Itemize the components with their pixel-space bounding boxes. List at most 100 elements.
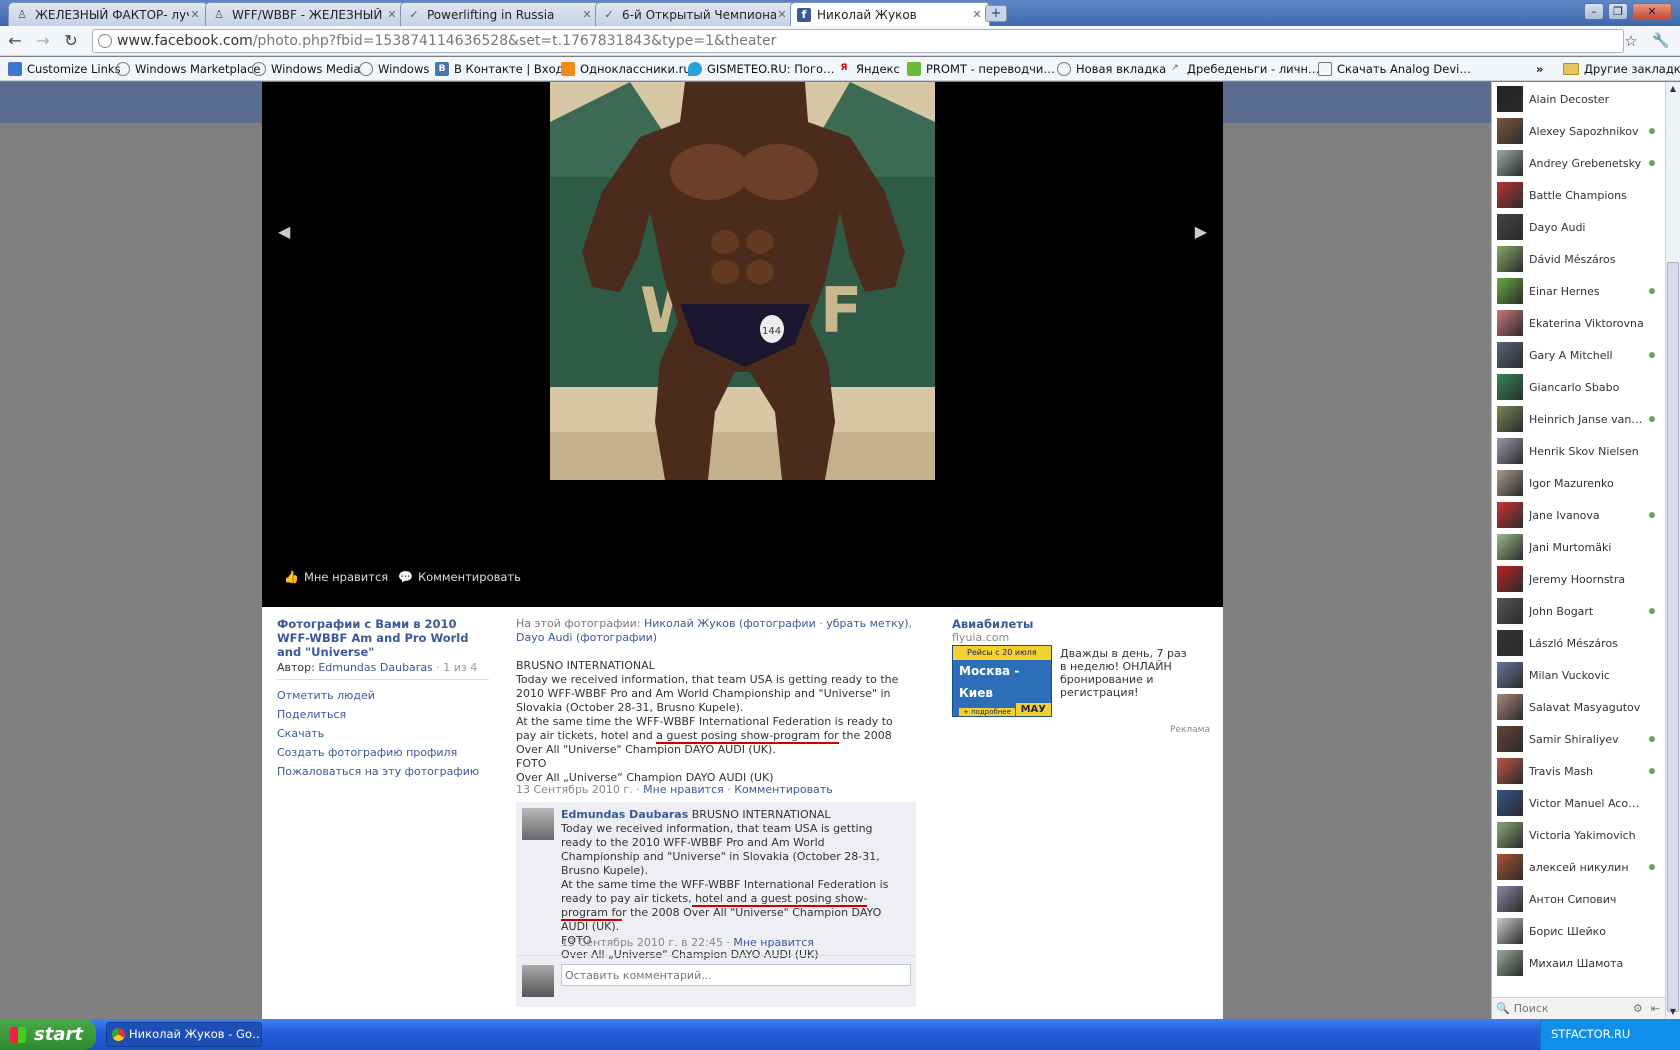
tagged-person-link-2[interactable]: Dayo Audi [516,631,572,644]
chat-friend[interactable]: Giancarlo Sbabo [1492,372,1666,402]
chat-friend[interactable]: Andrey Grebenetsky [1492,148,1666,178]
chat-friend[interactable]: Борис Шейко [1492,916,1666,946]
share-link[interactable]: Поделиться [277,708,346,721]
previous-photo-arrow-icon[interactable]: ◀ [278,222,290,241]
ad-image[interactable]: Рейсы с 20 июля Москва - Киев + подробне… [952,645,1052,717]
tab-4[interactable]: ✓ 6-й Открытый Чемпионат Ев✕ [595,2,795,26]
tagged-photos-link[interactable]: (фотографии [739,617,816,630]
forward-arrow-icon[interactable]: → [32,31,54,51]
chat-friend[interactable]: алексей никулин [1492,852,1666,882]
next-photo-arrow-icon[interactable]: ▶ [1195,222,1207,241]
chat-friend[interactable]: Battle Champions [1492,180,1666,210]
download-link[interactable]: Скачать [277,727,324,740]
caption-like-link[interactable]: Мне нравится [643,783,724,796]
chat-friend[interactable]: Heinrich Janse van R… [1492,404,1666,434]
photo[interactable]: W F 144 [550,82,935,480]
chat-friend[interactable]: Samir Shiraliyev [1492,724,1666,754]
bookmarks-overflow-chevron-icon[interactable]: » [1536,61,1543,77]
chat-friend[interactable]: Igor Mazurenko [1492,468,1666,498]
chat-friend[interactable]: Jani Murtomäki [1492,532,1666,562]
chat-friend[interactable]: Jane Ivanova [1492,500,1666,530]
popout-icon[interactable]: ⇤ [1651,1002,1660,1015]
avatar [1497,342,1523,368]
chat-friend[interactable]: Alexey Sapozhnikov [1492,116,1666,146]
report-photo-link[interactable]: Пожаловаться на эту фотографию [277,765,479,778]
chat-friend[interactable]: John Bogart [1492,596,1666,626]
chat-friend[interactable]: Henrik Skov Nielsen [1492,436,1666,466]
chat-friend[interactable]: Ekaterina Viktorovna [1492,308,1666,338]
chat-friend[interactable]: László Mészáros [1492,628,1666,658]
star-icon[interactable]: ☆ [1620,31,1642,51]
chat-friend[interactable]: Salavat Masyagutov [1492,692,1666,722]
tab-5-active[interactable]: f Николай Жуков ✕ [790,2,990,26]
page-scrollbar[interactable]: ▲ ▼ [1665,82,1680,1019]
chat-friend[interactable]: Jeremy Hoornstra [1492,564,1666,594]
make-profile-picture-link[interactable]: Создать фотографию профиля [277,746,457,759]
comment-input[interactable] [561,964,911,986]
like-photo-button[interactable]: 👍 Мне нравится [284,570,388,584]
bookmark-windows-marketplace[interactable]: Windows Marketplace [116,61,260,77]
bookmark-vkontakte[interactable]: В В Контакте | Вход [435,61,564,77]
close-icon[interactable]: ✕ [386,8,398,21]
chat-friend[interactable]: Milan Vuckovic [1492,660,1666,690]
scrollbar-thumb[interactable] [1667,262,1679,1012]
maximize-button[interactable]: ❐ [1608,3,1628,20]
chat-friend[interactable]: Einar Hernes [1492,276,1666,306]
album-author: Автор: Edmundas Daubaras · 1 из 4 [277,661,477,674]
remove-tag-link[interactable]: убрать метку) [826,617,908,630]
bookmark-customize-links[interactable]: Customize Links [8,61,121,77]
bookmark-new-tab[interactable]: Новая вкладка [1057,61,1166,77]
new-tab-button[interactable]: + [985,5,1007,22]
bookmark-odnoklassniki[interactable]: Одноклассники.ru [561,61,691,77]
bookmark-drebedengi[interactable]: ↗ Дребеденьги - личн… [1168,61,1319,77]
chat-friend[interactable]: Victoria Yakimovich [1492,820,1666,850]
start-button[interactable]: start [0,1019,96,1050]
tab-2[interactable]: ♙ WFF/WBBF - ЖЕЛЕЗНЫЙ ФАК✕ [205,2,405,26]
chat-friend[interactable]: Dávid Mészáros [1492,244,1666,274]
close-window-button[interactable]: ✕ [1632,3,1672,20]
tagged-photos-link-2[interactable]: (фотографии) [576,631,657,644]
bookmark-analog-devices[interactable]: Скачать Analog Devi… [1318,61,1471,77]
avatar[interactable] [522,808,554,840]
scroll-down-arrow-icon[interactable]: ▼ [1666,1005,1680,1019]
bookmark-gismeteo[interactable]: GISMETEO.RU: Пого… [688,61,835,77]
scroll-up-arrow-icon[interactable]: ▲ [1666,82,1680,96]
minimize-button[interactable]: – [1584,3,1604,20]
caption-comment-link[interactable]: Комментировать [734,783,832,796]
album-title-link[interactable]: Фотографии с Вами в 2010 WFF-WBBF Am and… [277,617,477,659]
bookmark-yandex[interactable]: Я Яндекс [837,61,900,77]
comment-photo-button[interactable]: 💬 Комментировать [398,570,521,584]
chat-friend[interactable]: Travis Mash [1492,756,1666,786]
other-bookmarks-folder[interactable]: Другие закладки [1563,61,1680,77]
close-icon[interactable]: ✕ [581,8,593,21]
chat-friend[interactable]: Антон Сипович [1492,884,1666,914]
back-arrow-icon[interactable]: ← [4,31,26,51]
tagged-person-link[interactable]: Николай Жуков [644,617,735,630]
close-icon[interactable]: ✕ [776,8,788,21]
reload-icon[interactable]: ↻ [60,31,82,51]
close-icon[interactable]: ✕ [189,8,201,21]
address-bar[interactable]: www.facebook.com/photo.php?fbid=15387411… [92,29,1624,53]
ad-title-link[interactable]: Авиабилеты [952,617,1033,631]
comment-like-link[interactable]: Мне нравится [733,936,814,949]
gear-icon[interactable]: ⚙ [1633,1002,1643,1015]
tab-1[interactable]: ♙ ЖЕЛЕЗНЫЙ ФАКТОР- лучший✕ [8,2,208,26]
author-link[interactable]: Edmundas Daubaras [318,661,432,674]
taskbar-window-chrome[interactable]: Николай Жуков - Go… [106,1022,262,1047]
chat-friend[interactable]: Victor Manuel Acosta … [1492,788,1666,818]
chat-friend[interactable]: Михаил Шамота [1492,948,1666,978]
chat-friend[interactable]: Gary A Mitchell [1492,340,1666,370]
chat-friend[interactable]: Alain Decoster [1492,84,1666,114]
tab-3[interactable]: ✓ Powerlifting in Russia ✕ [400,2,600,26]
close-icon[interactable]: ✕ [971,8,983,21]
comment-author-link[interactable]: Edmundas Daubaras [561,808,688,821]
friend-name: Jeremy Hoornstra [1529,572,1626,586]
bookmark-windows-media[interactable]: Windows Media [252,61,361,77]
tag-people-link[interactable]: Отметить людей [277,689,375,702]
bookmark-windows[interactable]: Windows [359,61,429,77]
wrench-icon[interactable]: 🔧 [1650,31,1672,51]
chat-search[interactable]: 🔍 Поиск ⚙ ⇤ [1492,997,1666,1019]
online-indicator-icon [1649,768,1655,774]
bookmark-promt[interactable]: PROMT - переводчи… [907,61,1055,77]
chat-friend[interactable]: Dayo Audi [1492,212,1666,242]
